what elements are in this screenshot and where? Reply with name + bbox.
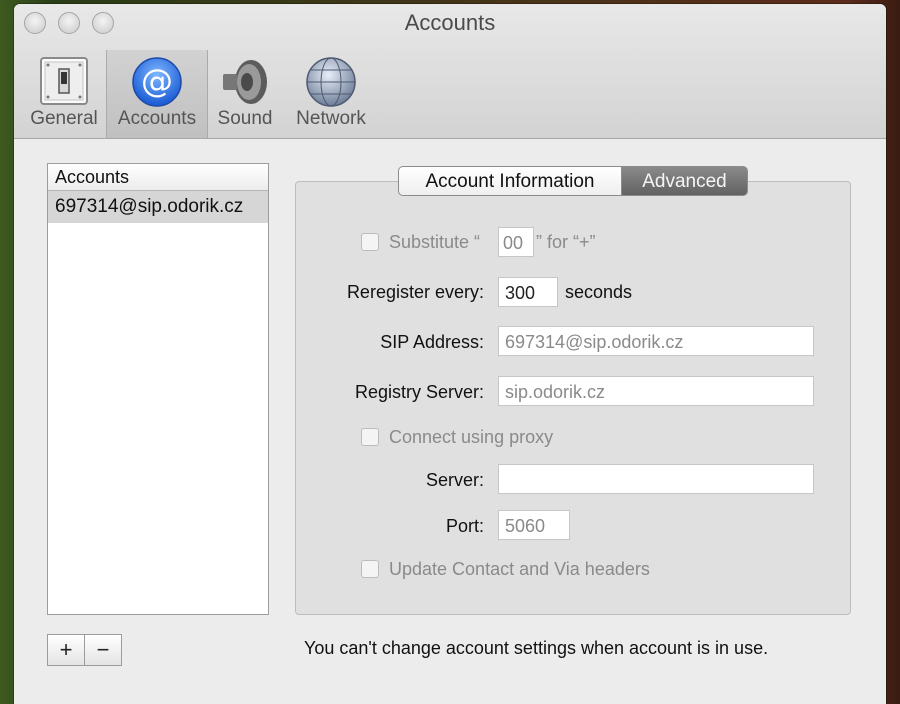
toolbar-item-general[interactable]: General xyxy=(22,50,106,138)
tab-account-information[interactable]: Account Information xyxy=(398,166,622,196)
speaker-icon xyxy=(219,56,271,113)
substitute-checkbox[interactable] xyxy=(361,233,379,251)
sip-address-label: SIP Address: xyxy=(380,332,484,352)
tab-advanced[interactable]: Advanced xyxy=(622,166,748,196)
port-field[interactable]: 5060 xyxy=(498,510,570,540)
window-title: Accounts xyxy=(404,10,496,35)
toolbar-item-accounts[interactable]: @ Accounts xyxy=(106,50,208,138)
port-label: Port: xyxy=(445,516,484,536)
toolbar-label-accounts: Accounts xyxy=(117,108,197,129)
reregister-unit: seconds xyxy=(565,282,633,302)
globe-icon xyxy=(305,56,357,113)
server-label: Server: xyxy=(425,470,484,490)
reregister-input[interactable]: 300 xyxy=(498,277,558,307)
list-item[interactable]: 697314@sip.odorik.cz xyxy=(48,191,268,223)
server-field[interactable] xyxy=(498,464,814,494)
switch-icon xyxy=(39,56,89,111)
add-account-button[interactable]: + xyxy=(47,634,85,666)
status-message: You can't change account settings when a… xyxy=(304,638,769,658)
substitute-input[interactable]: 00 xyxy=(498,227,534,257)
substitute-label-pre: Substitute “ xyxy=(389,232,481,252)
reregister-label: Reregister every: xyxy=(346,282,484,302)
connect-proxy-checkbox[interactable] xyxy=(361,428,379,446)
toolbar-label-network: Network xyxy=(296,108,366,129)
at-sign-icon: @ xyxy=(131,56,183,113)
preferences-window: Accounts General @ Accounts Sound Networ… xyxy=(14,4,886,704)
toolbar-label-sound: Sound xyxy=(217,108,273,129)
update-headers-checkbox[interactable] xyxy=(361,560,379,578)
accounts-list-header: Accounts xyxy=(48,164,268,191)
toolbar: Accounts General @ Accounts Sound Networ… xyxy=(14,4,886,139)
svg-text:@: @ xyxy=(141,62,173,100)
substitute-label-post: ” for “+” xyxy=(536,232,596,252)
registry-server-label: Registry Server: xyxy=(354,382,484,402)
toolbar-label-general: General xyxy=(30,108,98,129)
registry-server-field[interactable]: sip.odorik.cz xyxy=(498,376,814,406)
remove-account-button[interactable]: − xyxy=(84,634,122,666)
toolbar-item-network[interactable]: Network xyxy=(286,50,376,138)
connect-proxy-label: Connect using proxy xyxy=(389,427,554,447)
toolbar-item-sound[interactable]: Sound xyxy=(206,50,284,138)
sip-address-field[interactable]: 697314@sip.odorik.cz xyxy=(498,326,814,356)
accounts-list[interactable]: Accounts 697314@sip.odorik.cz xyxy=(47,163,269,615)
update-headers-label: Update Contact and Via headers xyxy=(389,559,650,579)
